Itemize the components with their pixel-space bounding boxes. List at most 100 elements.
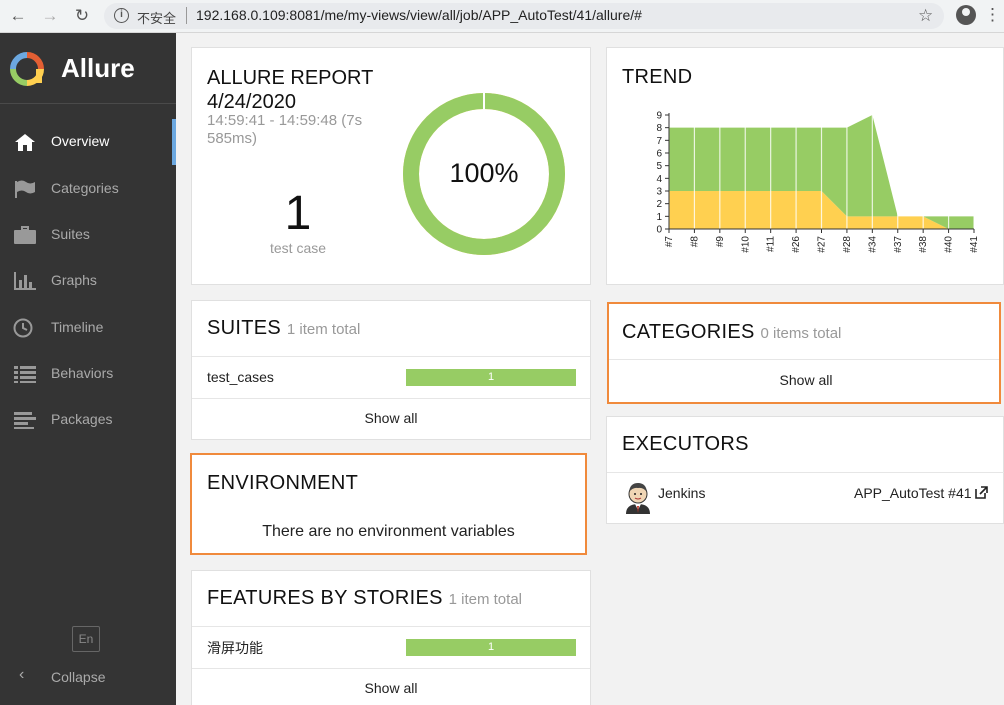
briefcase-icon [14, 226, 36, 244]
trend-x-tick-label: #41 [969, 236, 980, 253]
collapse-button[interactable]: ‹ Collapse [0, 658, 176, 694]
feature-status-bar[interactable]: 1 [406, 639, 576, 656]
packages-icon [14, 412, 36, 429]
sidebar-item-label: Overview [51, 133, 110, 149]
trend-y-tick-label: 7 [656, 136, 662, 147]
trend-y-tick-label: 9 [656, 111, 662, 122]
trend-x-tick-label: #27 [817, 236, 828, 253]
list-item[interactable]: 滑屏功能 1 [192, 627, 590, 668]
clock-icon [13, 318, 33, 338]
collapse-label: Collapse [51, 669, 106, 685]
trend-chart: 0 1 23 4 56 7 89 #7 #8 #9 #10 #11 #26 #27 #28 #34 #37 #38… [656, 111, 980, 253]
trend-title: TREND [622, 66, 693, 88]
trend-x-tick-label: #40 [944, 236, 955, 253]
trend-x-tick-label: #34 [867, 236, 878, 253]
flag-icon [15, 180, 35, 198]
features-widget: FEATURES BY STORIES 1 item total 滑屏功能 1 … [191, 570, 591, 705]
sidebar-item-timeline[interactable]: Timeline [0, 305, 176, 351]
features-show-all-link[interactable]: Show all [192, 680, 590, 696]
report-time-range: 14:59:41 - 14:59:48 (7s [207, 112, 363, 129]
back-arrow-icon[interactable]: ← [8, 6, 28, 26]
divider [607, 472, 1004, 473]
feature-name: 滑屏功能 [207, 640, 263, 656]
executors-title: EXECUTORS [622, 433, 749, 455]
categories-show-all-link[interactable]: Show all [609, 372, 1003, 388]
jenkins-avatar-icon [626, 483, 650, 514]
external-link-icon [975, 486, 989, 499]
divider [192, 398, 590, 399]
report-title: ALLURE REPORT [207, 67, 374, 89]
forward-arrow-icon[interactable]: → [40, 6, 60, 26]
sidebar-item-label: Packages [51, 411, 113, 427]
trend-y-tick-label: 1 [656, 212, 662, 223]
list-item[interactable]: test_cases 1 [192, 357, 590, 398]
executors-widget: EXECUTORS Jenkins APP_AutoTest #41 [606, 416, 1004, 524]
sidebar: Allure Overview Categories Suites Graphs [0, 33, 176, 705]
features-title-text: FEATURES BY STORIES [207, 587, 443, 609]
sidebar-divider [0, 103, 176, 104]
executor-build-text: APP_AutoTest #41 [854, 485, 972, 501]
sidebar-item-label: Graphs [51, 272, 97, 288]
categories-title: CATEGORIES 0 items total [622, 321, 841, 344]
trend-widget: TREND 0 1 2 3 4 5 6 7 8 9 #7 #8 #9 #10 #11 #26 #27 #28 #34… [606, 47, 1004, 285]
url-text[interactable]: 192.168.0.109:8081/me/my-views/view/all/… [196, 7, 642, 23]
brand-name: Allure [61, 53, 135, 83]
executor-name: Jenkins [658, 485, 706, 501]
sidebar-item-overview[interactable]: Overview [0, 119, 176, 165]
suites-widget: SUITES 1 item total test_cases 1 Show al… [191, 300, 591, 440]
trend-y-tick-label: 5 [656, 161, 662, 172]
bookmark-star-icon[interactable]: ☆ [918, 6, 933, 26]
browser-toolbar: ← → ↻ i 不安全 192.168.0.109:8081/me/my-vie… [0, 0, 1004, 33]
trend-x-tick-label: #10 [740, 236, 751, 253]
sidebar-item-label: Behaviors [51, 365, 114, 381]
suite-name: test_cases [207, 369, 274, 385]
sidebar-item-packages[interactable]: Packages [0, 397, 176, 443]
suites-subtitle: 1 item total [286, 321, 361, 338]
suites-title: SUITES 1 item total [207, 317, 360, 340]
allure-logo-icon [10, 52, 44, 86]
suite-status-bar[interactable]: 1 [406, 369, 576, 386]
address-bar[interactable]: i 不安全 192.168.0.109:8081/me/my-views/vie… [104, 3, 944, 29]
reload-icon[interactable]: ↻ [72, 6, 92, 26]
trend-x-tick-label: #37 [893, 236, 904, 253]
sidebar-item-label: Categories [51, 180, 119, 196]
categories-widget: CATEGORIES 0 items total Show all [607, 302, 1001, 404]
address-separator [186, 7, 187, 24]
sidebar-item-behaviors[interactable]: Behaviors [0, 351, 176, 397]
report-duration: 585ms) [207, 130, 258, 147]
account-avatar-icon[interactable] [956, 5, 976, 25]
categories-title-text: CATEGORIES [622, 321, 755, 343]
bar-chart-icon [14, 272, 36, 290]
trend-y-tick-label: 8 [656, 123, 662, 134]
security-indicator[interactable]: 不安全 [137, 8, 176, 27]
environment-widget: ENVIRONMENT There are no environment var… [190, 453, 587, 555]
executor-build-link[interactable]: APP_AutoTest #41 [854, 485, 989, 501]
sidebar-item-graphs[interactable]: Graphs [0, 258, 176, 304]
features-subtitle: 1 item total [448, 591, 522, 608]
info-icon[interactable]: i [114, 8, 129, 23]
trend-x-tick-label: #9 [715, 236, 726, 248]
report-date: 4/24/2020 [207, 91, 296, 113]
more-menu-icon[interactable]: ⋮ [984, 6, 1001, 24]
trend-y-tick-label: 4 [656, 174, 662, 185]
suites-show-all-link[interactable]: Show all [192, 410, 590, 426]
environment-empty-message: There are no environment variables [262, 523, 515, 540]
home-icon [15, 134, 35, 151]
sidebar-item-suites[interactable]: Suites [0, 212, 176, 258]
trend-x-tick-label: #38 [918, 236, 929, 253]
sidebar-item-label: Suites [51, 226, 90, 242]
language-switch-button[interactable]: En [72, 626, 100, 652]
categories-subtitle: 0 items total [760, 325, 842, 342]
sidebar-item-label: Timeline [51, 319, 104, 335]
suites-title-text: SUITES [207, 317, 282, 339]
test-count: 1 [284, 187, 312, 240]
sidebar-item-categories[interactable]: Categories [0, 166, 176, 212]
trend-x-tick-label: #28 [842, 236, 853, 253]
environment-title: ENVIRONMENT [207, 472, 359, 494]
pass-rate-value: 100% [449, 158, 519, 188]
trend-y-tick-label: 2 [656, 199, 662, 210]
features-title: FEATURES BY STORIES 1 item total [207, 587, 522, 610]
trend-y-tick-label: 0 [656, 225, 662, 236]
divider [609, 359, 999, 360]
trend-x-tick-label: #8 [689, 236, 700, 248]
